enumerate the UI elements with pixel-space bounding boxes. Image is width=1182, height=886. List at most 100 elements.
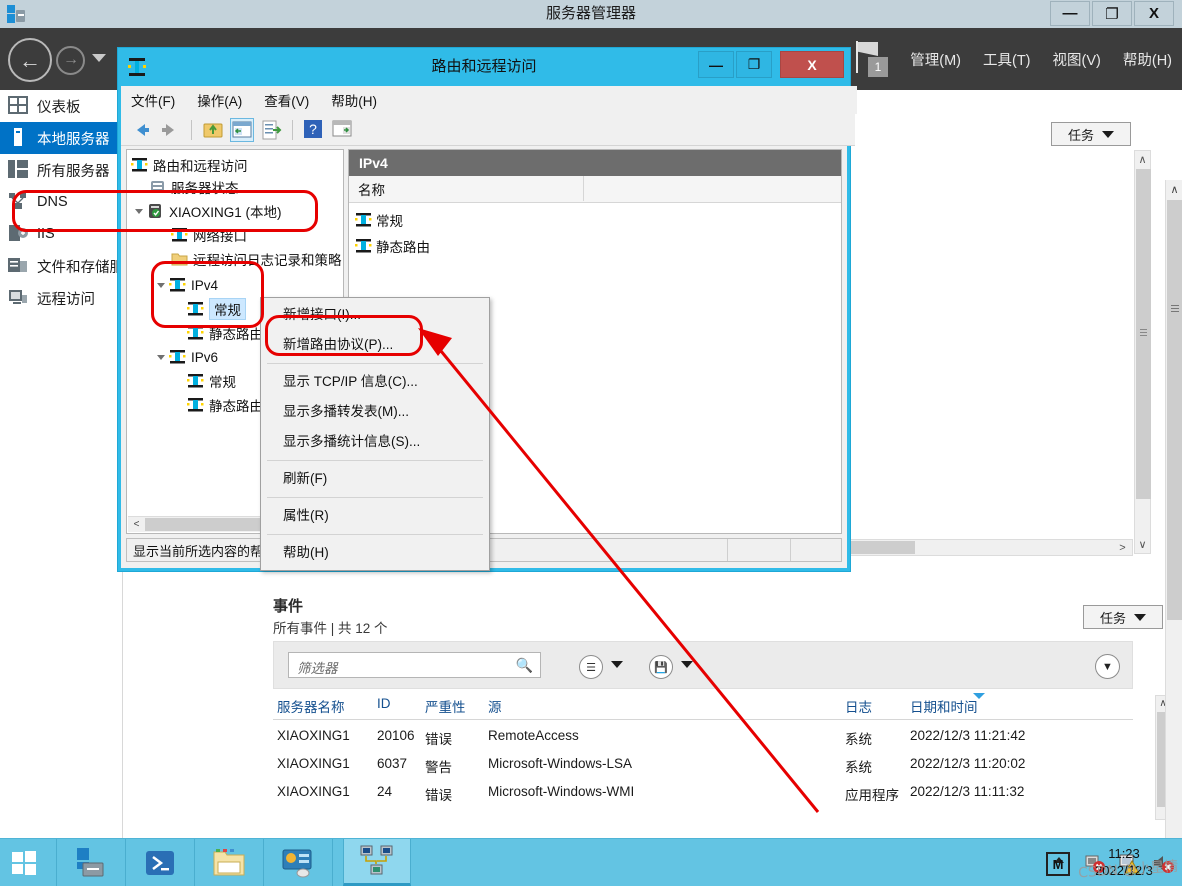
menu-tools[interactable]: 工具(T) (983, 49, 1031, 70)
events-tasks-button[interactable]: 任务 (1083, 605, 1163, 629)
properties-vertical-scrollbar[interactable]: ∧ ∨ (1134, 150, 1151, 554)
sidebar-item-dns[interactable]: DNS (0, 186, 122, 218)
taskbar-app-powershell[interactable] (125, 839, 195, 886)
tree-node-label: 路由和远程访问 (153, 159, 248, 174)
scroll-up-arrow-icon[interactable]: ∧ (1135, 151, 1150, 168)
list-item[interactable]: 静态路由 (355, 234, 430, 257)
taskbar-app-network-console[interactable] (343, 839, 411, 886)
tree-node-ipv6-general[interactable]: 常规 (187, 370, 236, 392)
context-menu-item-show-multicast-statistics[interactable]: 显示多播统计信息(S)... (261, 427, 489, 457)
rras-menu-view[interactable]: 查看(V) (264, 90, 309, 110)
events-filter-input[interactable]: 筛选器 🔍 (288, 652, 541, 678)
column-header-name[interactable]: 名称 (349, 176, 584, 201)
context-menu-item-new-interface[interactable]: 新增接口(I)... (261, 300, 489, 330)
scroll-up-arrow-icon[interactable]: ∧ (1166, 180, 1182, 198)
table-row[interactable]: XIAOXING1 20106 错误 RemoteAccess 系统 2022/… (273, 723, 1133, 751)
server-manager-menubar: 管理(M) 工具(T) 视图(V) 帮助(H) (910, 28, 1172, 90)
properties-tasks-button[interactable]: 任务 (1051, 122, 1131, 146)
chevron-down-icon[interactable] (611, 661, 623, 668)
tree-node-server-status[interactable]: 服务器状态 (149, 176, 239, 198)
console-item-icon (169, 277, 186, 293)
windows-start-icon[interactable] (0, 839, 48, 886)
taskbar-app-control-panel[interactable] (263, 839, 333, 886)
forward-arrow-icon[interactable] (158, 118, 182, 142)
rras-menu-action[interactable]: 操作(A) (197, 90, 242, 110)
column-header-severity[interactable]: 严重性 (425, 696, 466, 716)
scroll-down-arrow-icon[interactable]: ∨ (1135, 536, 1150, 553)
back-arrow-icon[interactable] (129, 118, 153, 142)
close-button[interactable]: X (1134, 1, 1174, 26)
column-header-id[interactable]: ID (377, 696, 391, 711)
menu-view[interactable]: 视图(V) (1053, 49, 1101, 70)
tree-node-routing-remote-access[interactable]: 路由和远程访问 (131, 154, 248, 176)
column-header-source[interactable]: 源 (488, 696, 502, 716)
context-menu-item-properties[interactable]: 属性(R) (261, 501, 489, 531)
cell-severity: 错误 (425, 788, 452, 803)
properties-window-icon[interactable] (331, 118, 355, 142)
back-button[interactable]: ← (8, 38, 52, 82)
cell-log: 系统 (845, 760, 872, 775)
context-menu-item-refresh[interactable]: 刷新(F) (261, 464, 489, 494)
context-menu-item-new-routing-protocol[interactable]: 新增路由协议(P)... (261, 330, 489, 360)
tree-node-ipv4-static-routes[interactable]: 静态路由 (187, 322, 263, 344)
context-menu-item-show-tcpip-info[interactable]: 显示 TCP/IP 信息(C)... (261, 367, 489, 397)
sidebar-item-local-server[interactable]: 本地服务器 (0, 122, 122, 154)
expand-filter-panel-icon[interactable]: ▼ (1095, 654, 1120, 679)
page-vertical-scrollbar[interactable]: ∧ ∨ (1165, 180, 1182, 838)
list-item[interactable]: 常规 (355, 208, 403, 231)
menu-separator (267, 460, 483, 461)
scroll-left-arrow-icon[interactable]: < (129, 517, 144, 531)
sidebar-item-all-servers[interactable]: 所有服务器 (0, 154, 122, 186)
scrollbar-thumb[interactable] (1167, 200, 1182, 620)
table-row[interactable]: XIAOXING1 24 错误 Microsoft-Windows-WMI 应用… (273, 779, 1133, 807)
notifications-flag-icon[interactable]: 1 (852, 41, 892, 81)
tree-node-xiaoxing1[interactable]: XIAOXING1 (本地) (135, 200, 282, 222)
expander-open-icon[interactable] (135, 206, 145, 216)
column-header-datetime[interactable]: 日期和时间 (910, 696, 978, 716)
tree-node-label: 网络接口 (193, 229, 247, 244)
query-list-icon[interactable]: ☰ (579, 655, 603, 679)
rras-minimize-button[interactable]: — (698, 51, 734, 78)
rras-close-button[interactable]: X (780, 51, 844, 78)
save-query-icon[interactable]: 💾 (649, 655, 673, 679)
context-menu-item-show-multicast-forwarding-table[interactable]: 显示多播转发表(M)... (261, 397, 489, 427)
rras-menu-file[interactable]: 文件(F) (131, 90, 175, 110)
taskbar-app-server-manager[interactable] (56, 839, 126, 886)
scroll-right-arrow-icon[interactable]: > (1114, 540, 1131, 555)
show-tree-icon[interactable] (230, 117, 254, 142)
tree-node-ipv4-general[interactable]: 常规 (187, 298, 246, 320)
tree-node-network-interfaces[interactable]: 网络接口 (171, 224, 247, 246)
tree-node-ipv6-static-routes[interactable]: 静态路由 (187, 394, 263, 416)
sidebar-item-remote-access[interactable]: 远程访问 (0, 282, 122, 314)
rras-menu-help[interactable]: 帮助(H) (331, 90, 377, 110)
forward-button[interactable]: → (56, 46, 85, 75)
chevron-down-icon[interactable] (92, 54, 106, 62)
tree-node-ipv4[interactable]: IPv4 (157, 274, 218, 296)
chevron-down-icon[interactable] (681, 661, 693, 668)
maximize-button[interactable]: ❐ (1092, 1, 1132, 26)
minimize-button[interactable]: — (1050, 1, 1090, 26)
help-icon[interactable]: ? (302, 118, 326, 142)
table-row[interactable]: XIAOXING1 6037 警告 Microsoft-Windows-LSA … (273, 751, 1133, 779)
up-folder-icon[interactable] (201, 118, 225, 142)
menu-manage[interactable]: 管理(M) (910, 49, 961, 70)
rras-maximize-button[interactable]: ❐ (736, 51, 772, 78)
sidebar-item-dashboard[interactable]: 仪表板 (0, 90, 122, 122)
tree-node-label: XIAOXING1 (本地) (169, 205, 282, 220)
column-header-empty[interactable] (584, 176, 841, 201)
tree-node-remote-access-logging[interactable]: 远程访问日志记录和策略 (171, 248, 342, 270)
context-menu-item-help[interactable]: 帮助(H) (261, 538, 489, 568)
expander-open-icon[interactable] (157, 280, 167, 290)
sidebar-item-iis[interactable]: IIS (0, 218, 122, 250)
scrollbar-thumb[interactable] (1136, 169, 1151, 499)
menu-help[interactable]: 帮助(H) (1123, 49, 1172, 70)
search-icon[interactable]: 🔍 (516, 657, 533, 674)
expander-open-icon[interactable] (157, 352, 167, 362)
export-list-icon[interactable] (259, 118, 283, 142)
column-header-server[interactable]: 服务器名称 (277, 696, 345, 716)
page-title: 服务器管理器 (545, 5, 636, 22)
sidebar-item-file-storage[interactable]: 文件和存储服务 (0, 250, 139, 282)
taskbar-app-file-explorer[interactable] (194, 839, 264, 886)
tree-node-ipv6[interactable]: IPv6 (157, 346, 218, 368)
column-header-log[interactable]: 日志 (845, 696, 872, 716)
